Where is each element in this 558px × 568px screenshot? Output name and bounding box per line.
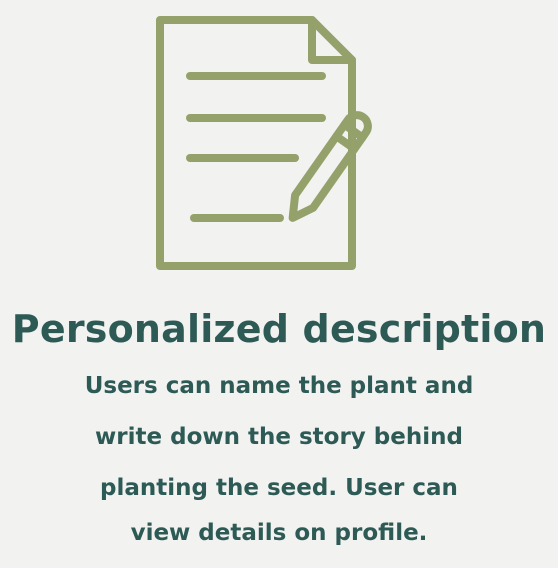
feature-description-line-2: write down the story behind xyxy=(95,424,463,450)
feature-description-line-3: planting the seed. User can xyxy=(100,475,458,501)
feature-description-line-4: view details on profile. xyxy=(130,520,428,546)
feature-title: Personalized description xyxy=(11,307,547,351)
feature-card: Personalized description Users can name … xyxy=(0,0,558,568)
pencil xyxy=(288,111,372,222)
feature-description-line-1: Users can name the plant and xyxy=(84,373,474,399)
document-with-pencil-icon xyxy=(156,16,372,270)
